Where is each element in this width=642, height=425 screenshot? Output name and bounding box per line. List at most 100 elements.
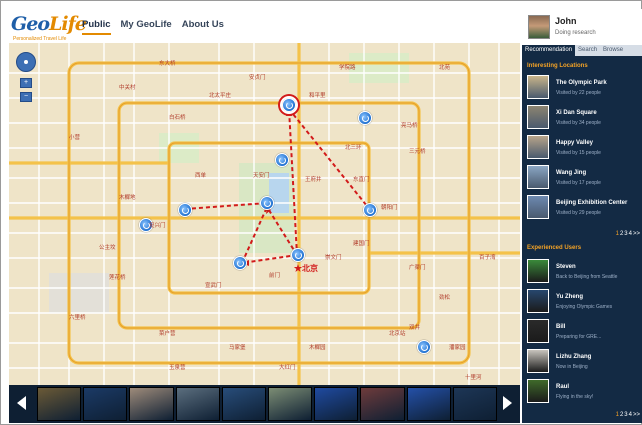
photo-thumbnail[interactable]	[83, 387, 128, 421]
poi-marker[interactable]	[139, 218, 153, 232]
pager-link[interactable]: 2	[620, 412, 623, 418]
pager-link[interactable]: 3	[624, 412, 627, 418]
list-item[interactable]: Steven Back to Beijing from Seattle	[527, 259, 639, 285]
poi-marker[interactable]	[233, 256, 247, 270]
user-item-status: Now in Beijing	[556, 364, 588, 370]
photo-thumbnail[interactable]	[268, 387, 313, 421]
poi-marker[interactable]	[363, 203, 377, 217]
location-thumbnail	[527, 165, 549, 189]
pan-control-icon[interactable]	[16, 52, 36, 72]
user-avatar	[527, 349, 549, 373]
tab-recommendation[interactable]: Recommendation	[522, 45, 576, 56]
list-item[interactable]: Beijing Exhibition Center Visited by 29 p…	[527, 195, 639, 221]
start-point-label: ★北京	[294, 264, 318, 273]
sidebar: John Doing research Recommendation Searc…	[522, 9, 642, 423]
user-item-status: Back to Beijing from Seattle	[556, 274, 618, 280]
photo-thumbnail[interactable]	[221, 387, 267, 421]
tab-browse[interactable]: Browse	[600, 45, 626, 56]
photo-thumbnail[interactable]	[406, 387, 451, 421]
pager-link[interactable]: 2	[620, 231, 623, 237]
list-item[interactable]: Yu Zheng Enjoying Olympic Games	[527, 289, 639, 315]
user-panel: John Doing research	[522, 9, 642, 45]
locations-pager: 1234>>	[615, 231, 640, 237]
location-thumbnail	[527, 135, 549, 159]
chevron-left-icon[interactable]	[17, 396, 26, 410]
geolife-logo[interactable]: GeoLife Personalized Travel Life	[11, 13, 87, 43]
experienced-users-title: Experienced Users	[527, 245, 582, 251]
photo-thumbnail[interactable]	[314, 387, 359, 421]
list-item[interactable]: Raul Flying in the sky!	[527, 379, 639, 405]
nav-about-us[interactable]: About Us	[182, 19, 224, 35]
nav-public[interactable]: Public	[82, 19, 111, 35]
pager-link[interactable]: 4	[629, 231, 632, 237]
location-thumbnail	[527, 195, 549, 219]
tab-search[interactable]: Search	[575, 45, 600, 56]
pager-link[interactable]: >>	[633, 412, 640, 418]
location-visits: Visited by 15 people	[556, 150, 601, 156]
list-item[interactable]: The Olympic Park Visited by 22 people	[527, 75, 639, 101]
location-name: The Olympic Park	[556, 80, 607, 86]
user-item-name: Lizhu Zhang	[556, 354, 592, 360]
user-item-status: Flying in the sky!	[556, 394, 594, 400]
list-item[interactable]: Xi Dan Square Visited by 34 people	[527, 105, 639, 131]
user-item-name: Raul	[556, 384, 570, 390]
photo-thumbnail[interactable]	[129, 387, 174, 421]
list-item[interactable]: Wang Jing Visited by 17 people	[527, 165, 639, 191]
user-status: Doing research	[555, 30, 596, 36]
photo-thumbnail[interactable]	[175, 387, 220, 421]
list-item[interactable]: Lizhu Zhang Now in Beijing	[527, 349, 639, 375]
user-avatar	[527, 319, 549, 343]
nav-my-geolife[interactable]: My GeoLife	[121, 19, 172, 35]
location-visits: Visited by 17 people	[556, 180, 601, 186]
header: GeoLife Personalized Travel Life Public …	[7, 9, 519, 43]
poi-marker-selected[interactable]	[282, 98, 296, 112]
logo-tagline: Personalized Travel Life	[13, 36, 67, 42]
map-navigation-control: + −	[16, 52, 36, 112]
location-name: Happy Valley	[556, 140, 594, 146]
pager-link[interactable]: 4	[629, 412, 632, 418]
map-view[interactable]: + − ★北京 东大桥 北京站 天安门 王府井 西单 复兴门 公主坟 安贞门 北三环 亮马桥 三元桥…	[9, 43, 520, 385]
poi-marker[interactable]	[275, 153, 289, 167]
user-avatar	[527, 289, 549, 313]
user-avatar	[527, 379, 549, 403]
poi-marker[interactable]	[291, 248, 305, 262]
poi-marker[interactable]	[417, 340, 431, 354]
photo-strip	[9, 385, 520, 423]
location-visits: Visited by 29 people	[556, 210, 601, 216]
photo-thumbnail[interactable]	[452, 387, 498, 421]
location-thumbnail	[527, 105, 549, 129]
chevron-right-icon[interactable]	[503, 396, 512, 410]
photo-thumbnail[interactable]	[37, 387, 82, 421]
photo-thumbnail[interactable]	[360, 387, 405, 421]
user-item-name: Yu Zheng	[556, 294, 583, 300]
avatar[interactable]	[528, 15, 550, 39]
sidebar-tabs: Recommendation Search Browse	[522, 45, 642, 56]
zoom-out-button[interactable]: −	[20, 92, 32, 102]
location-thumbnail	[527, 75, 549, 99]
user-item-status: Preparing for GRE...	[556, 334, 602, 340]
user-item-name: Bill	[556, 324, 566, 330]
interesting-locations-title: Interesting Locations	[527, 63, 588, 69]
user-name: John	[555, 16, 577, 26]
list-item[interactable]: Happy Valley Visited by 15 people	[527, 135, 639, 161]
user-avatar	[527, 259, 549, 283]
location-visits: Visited by 22 people	[556, 90, 601, 96]
location-name: Beijing Exhibition Center	[556, 200, 628, 206]
pager-link[interactable]: >>	[633, 231, 640, 237]
location-visits: Visited by 34 people	[556, 120, 601, 126]
poi-marker[interactable]	[358, 111, 372, 125]
main-nav: Public My GeoLife About Us	[82, 19, 224, 35]
map-canvas	[9, 43, 520, 385]
pager-link[interactable]: 1	[616, 412, 619, 418]
zoom-in-button[interactable]: +	[20, 78, 32, 88]
user-item-status: Enjoying Olympic Games	[556, 304, 613, 310]
list-item[interactable]: Bill Preparing for GRE...	[527, 319, 639, 345]
pager-link[interactable]: 3	[624, 231, 627, 237]
users-pager: 1234>>	[615, 412, 640, 418]
poi-marker[interactable]	[260, 196, 274, 210]
photo-thumbnails	[37, 387, 498, 421]
poi-marker[interactable]	[178, 203, 192, 217]
pager-link[interactable]: 1	[616, 231, 619, 237]
location-name: Xi Dan Square	[556, 110, 597, 116]
location-name: Wang Jing	[556, 170, 587, 176]
